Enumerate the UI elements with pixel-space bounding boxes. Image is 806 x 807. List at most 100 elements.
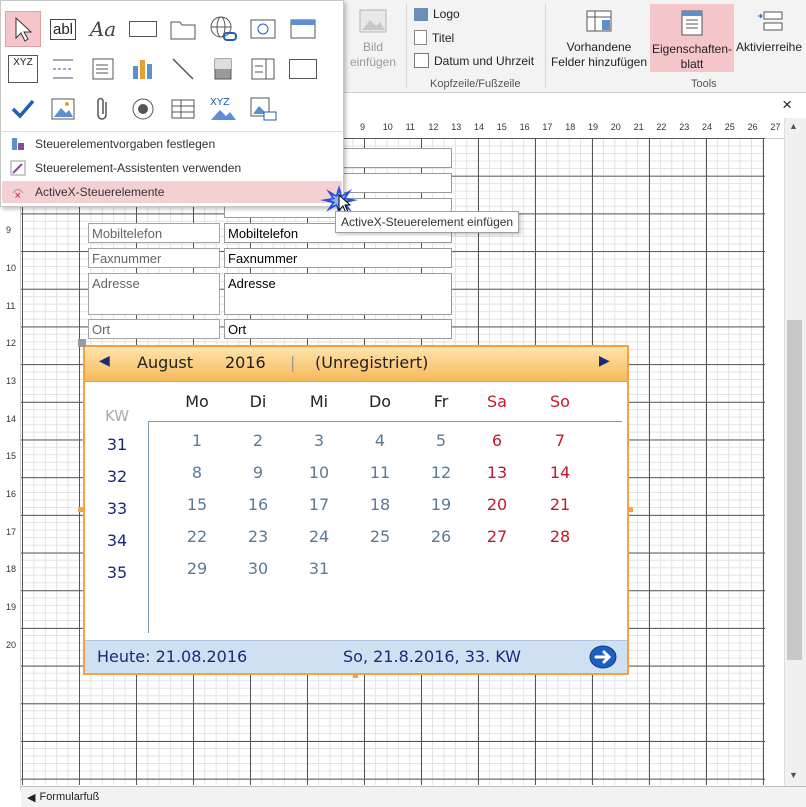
calendar-day[interactable]: 8 [169, 463, 225, 482]
date-time-button[interactable]: Datum und Uhrzeit [414, 53, 534, 68]
unbound-object-frame-tool[interactable] [245, 91, 281, 127]
calendar-day[interactable]: 21 [532, 495, 588, 514]
calendar-day[interactable]: 29 [169, 559, 225, 578]
label-tool[interactable]: Aa [85, 11, 121, 47]
option-group-tool[interactable]: XYZ [5, 51, 41, 87]
ruler-tick-label: 22 [656, 122, 667, 132]
scroll-down-icon[interactable]: ▼ [789, 770, 798, 780]
calendar-day[interactable]: 25 [352, 527, 408, 546]
calendar-day[interactable]: 3 [291, 431, 347, 450]
text-field-ort[interactable]: Ort [224, 319, 452, 339]
resize-handle[interactable] [353, 673, 358, 678]
rectangle-tool[interactable] [285, 51, 321, 87]
today-label[interactable]: Heute: 21.08.2016 [97, 647, 247, 666]
calendar-day[interactable]: 20 [469, 495, 525, 514]
resize-handle[interactable] [78, 507, 83, 512]
bound-object-frame-tool[interactable]: XYZ [205, 91, 241, 127]
title-icon [414, 30, 427, 45]
calendar-day[interactable]: 26 [413, 527, 469, 546]
calendar-day[interactable]: 13 [469, 463, 525, 482]
option-button-tool[interactable] [125, 91, 161, 127]
calendar-day[interactable]: 6 [469, 431, 525, 450]
calendar-day[interactable]: 1 [169, 431, 225, 450]
calendar-day[interactable]: 7 [532, 431, 588, 450]
resize-handle[interactable] [628, 507, 633, 512]
calendar-day[interactable]: 28 [532, 527, 588, 546]
weekday-header: Do [368, 392, 392, 411]
calendar-day[interactable]: 22 [169, 527, 225, 546]
calendar-day[interactable]: 30 [230, 559, 286, 578]
ruler-tick-label: 9 [360, 122, 366, 132]
move-handle[interactable] [78, 339, 86, 347]
menu-item-activex-controls[interactable]: × ActiveX-Steuerelemente [2, 181, 342, 203]
property-sheet-button[interactable]: Eigenschaften- blatt [650, 4, 734, 72]
hyperlink-tool[interactable] [205, 11, 241, 47]
checkbox-tool[interactable] [5, 91, 41, 127]
fields-icon [586, 10, 612, 32]
add-existing-fields-button[interactable]: Vorhandene Felder hinzufügen [550, 8, 648, 70]
scrollbar-thumb[interactable] [787, 320, 802, 660]
tab-order-button[interactable]: Aktivierreihe [736, 8, 806, 55]
chart-tool[interactable] [125, 51, 161, 87]
calendar-small-icon [414, 53, 429, 68]
calendar-day[interactable]: 9 [230, 463, 286, 482]
calendar-day[interactable]: 4 [352, 431, 408, 450]
scroll-up-icon[interactable]: ▲ [789, 121, 798, 131]
list-box-tool[interactable] [245, 51, 281, 87]
calendar-year[interactable]: 2016 [225, 353, 266, 372]
weekday-header-divider [148, 421, 622, 422]
next-month-icon[interactable]: ▶ [599, 353, 610, 369]
text-field-faxnummer[interactable]: Faxnummer [224, 248, 452, 268]
calendar-day[interactable]: 12 [413, 463, 469, 482]
select-pointer-tool[interactable] [5, 11, 41, 47]
calendar-day[interactable]: 23 [230, 527, 286, 546]
ruler-tick-label: 21 [633, 122, 644, 132]
calendar-control[interactable]: ◀ August 2016 | (Unregistriert) ▶ KW 31 3… [83, 345, 629, 675]
calendar-day[interactable]: 10 [291, 463, 347, 482]
subform-tool[interactable] [165, 91, 201, 127]
calendar-day[interactable]: 5 [413, 431, 469, 450]
text-field-adresse[interactable]: Adresse [224, 273, 452, 315]
ruler-tick-label: 15 [496, 122, 507, 132]
title-button[interactable]: Titel [414, 30, 454, 45]
page-break-tool[interactable] [45, 51, 81, 87]
tab-control-tool[interactable] [165, 11, 201, 47]
attachment-tool[interactable] [85, 91, 121, 127]
calendar-day[interactable]: 17 [291, 495, 347, 514]
ruler-tick-label: 26 [747, 122, 758, 132]
menu-item-use-control-wizards[interactable]: Steuerelement-Assistenten verwenden [2, 157, 342, 179]
calendar-day[interactable]: 18 [352, 495, 408, 514]
close-icon[interactable]: × [782, 95, 792, 115]
calendar-day[interactable]: 16 [230, 495, 286, 514]
form-footer-section[interactable]: ◀ Formularfuß [21, 786, 806, 807]
today-long-label: So, 21.8.2016, 33. KW [343, 647, 521, 666]
button-tool[interactable] [125, 11, 161, 47]
calendar-day[interactable]: 14 [532, 463, 588, 482]
document-tab-bar: × [340, 94, 806, 119]
textbox-tool[interactable]: abl [45, 11, 81, 47]
field-label-faxnummer: Faxnummer [88, 248, 220, 268]
ruler-tick-label: 18 [565, 122, 576, 132]
calendar-day[interactable]: 27 [469, 527, 525, 546]
image-tool[interactable] [45, 91, 81, 127]
line-tool[interactable] [165, 51, 201, 87]
web-browser-icon [250, 19, 276, 39]
toggle-button-tool[interactable] [205, 51, 241, 87]
week-column-divider [148, 421, 149, 633]
calendar-day[interactable]: 15 [169, 495, 225, 514]
insert-image-button[interactable]: Bild einfügen [346, 8, 400, 70]
menu-item-set-control-defaults[interactable]: Steuerelementvorgaben festlegen [2, 133, 342, 155]
logo-button[interactable]: Logo [414, 7, 460, 21]
calendar-day[interactable]: 24 [291, 527, 347, 546]
web-browser-tool[interactable] [245, 11, 281, 47]
calendar-day[interactable]: 31 [291, 559, 347, 578]
prev-month-icon[interactable]: ◀ [99, 353, 110, 369]
calendar-day[interactable]: 2 [230, 431, 286, 450]
calendar-day[interactable]: 19 [413, 495, 469, 514]
ruler-tick-label: 13 [6, 375, 17, 386]
combo-box-tool[interactable] [85, 51, 121, 87]
go-to-today-icon[interactable] [589, 644, 617, 670]
calendar-month[interactable]: August [137, 353, 193, 372]
navigation-control-tool[interactable] [285, 11, 321, 47]
calendar-day[interactable]: 11 [352, 463, 408, 482]
